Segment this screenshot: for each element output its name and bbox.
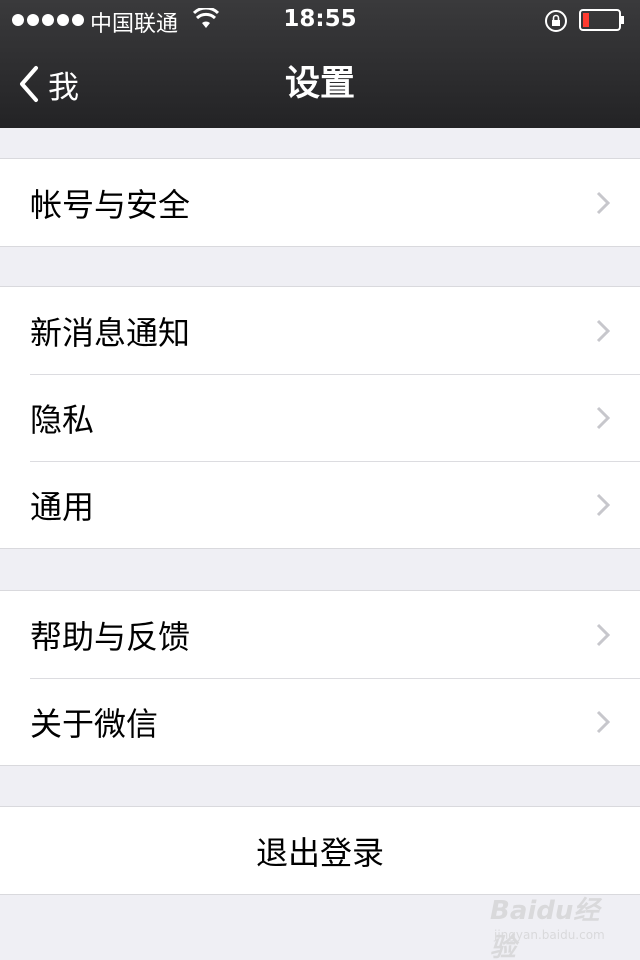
- settings-item-privacy[interactable]: 隐私: [0, 374, 640, 461]
- chevron-right-icon: [596, 623, 610, 647]
- settings-group-account: 帐号与安全: [0, 158, 640, 247]
- settings-item-label: 新消息通知: [30, 313, 191, 352]
- chevron-right-icon: [596, 191, 610, 215]
- chevron-right-icon: [596, 319, 610, 343]
- settings-group-support: 帮助与反馈 关于微信: [0, 590, 640, 766]
- page-title: 设置: [284, 64, 355, 104]
- settings-item-label: 通用: [30, 487, 95, 526]
- watermark-text: Baidu经验: [490, 896, 600, 960]
- settings-item-label: 关于微信: [30, 704, 159, 743]
- settings-item-label: 帮助与反馈: [30, 617, 191, 656]
- settings-item-general[interactable]: 通用: [0, 461, 640, 548]
- logout-button[interactable]: 退出登录: [0, 807, 640, 894]
- settings-item-account-security[interactable]: 帐号与安全: [0, 159, 640, 246]
- rotation-lock-icon: [545, 10, 567, 32]
- logout-group: 退出登录: [0, 806, 640, 895]
- settings-item-label: 帐号与安全: [30, 185, 191, 224]
- settings-group-preferences: 新消息通知 隐私 通用: [0, 286, 640, 549]
- chevron-right-icon: [596, 710, 610, 734]
- battery-icon: [579, 9, 624, 31]
- top-bar: 中国联通 18:55 我 设置: [0, 0, 640, 128]
- logout-label: 退出登录: [255, 833, 384, 872]
- status-bar: 中国联通 18:55: [0, 0, 640, 40]
- settings-item-label: 隐私: [30, 400, 95, 439]
- chevron-right-icon: [596, 493, 610, 517]
- chevron-right-icon: [596, 406, 610, 430]
- navigation-bar: 我 设置: [0, 40, 640, 128]
- settings-item-notifications[interactable]: 新消息通知: [0, 287, 640, 374]
- watermark-url: jingyan.baidu.com: [494, 928, 605, 942]
- settings-item-about[interactable]: 关于微信: [0, 678, 640, 765]
- baidu-jingyan-watermark: Baidu经验 jingyan.baidu.com: [490, 890, 610, 960]
- settings-item-help-feedback[interactable]: 帮助与反馈: [0, 591, 640, 678]
